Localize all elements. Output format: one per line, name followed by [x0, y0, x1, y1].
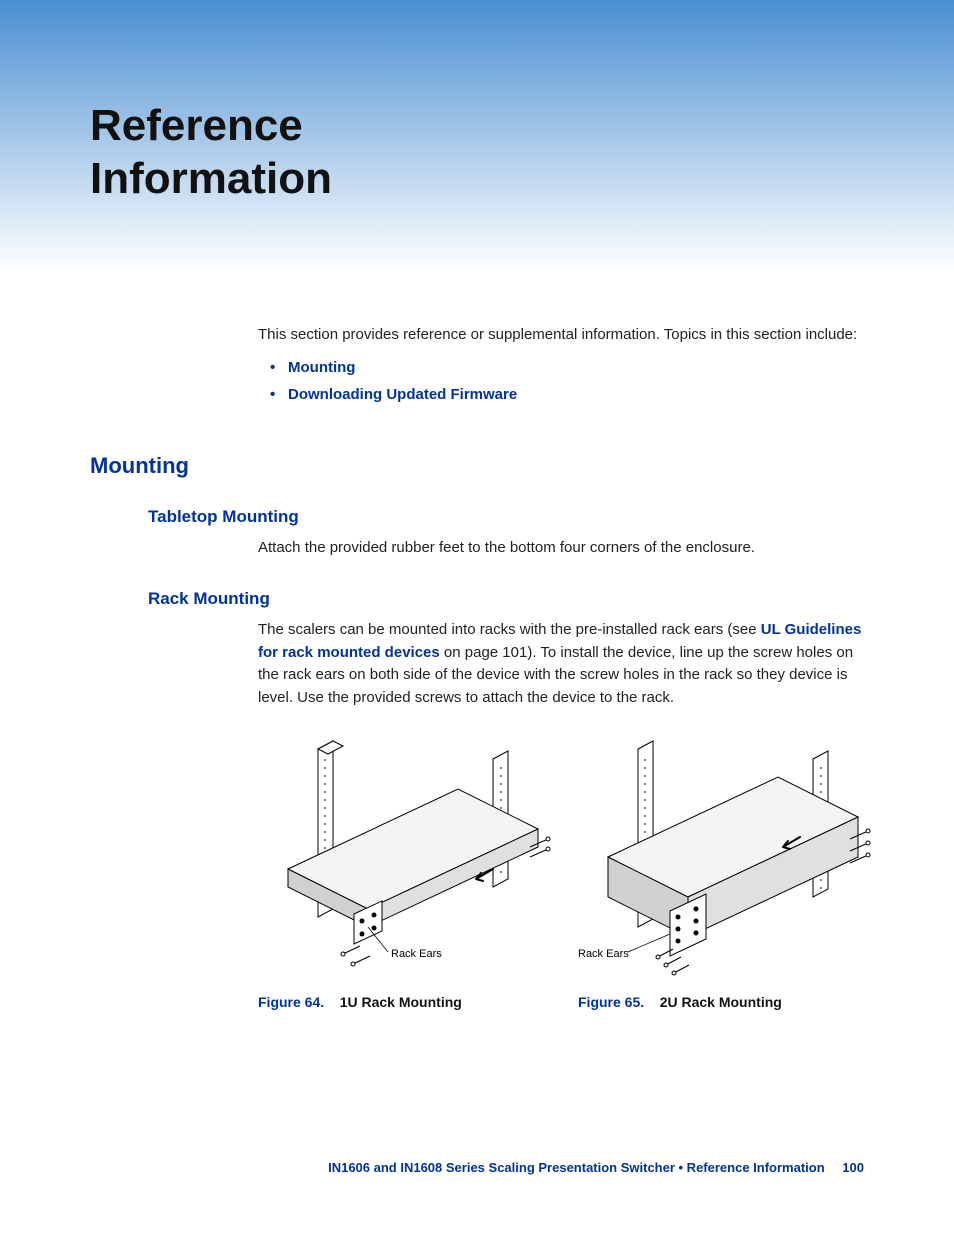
figure-65-title: 2U Rack Mounting — [660, 994, 782, 1010]
figures-row: Rack Ears Figure 64. 1U Rack Mounting — [258, 739, 864, 1010]
intro-text: This section provides reference or suppl… — [258, 326, 864, 343]
figure-1u: Rack Ears Figure 64. 1U Rack Mounting — [258, 739, 558, 1010]
toc-link-firmware[interactable]: Downloading Updated Firmware — [288, 386, 517, 403]
footer-text: IN1606 and IN1608 Series Scaling Present… — [328, 1160, 825, 1175]
page-footer: IN1606 and IN1608 Series Scaling Present… — [328, 1160, 864, 1175]
rack-1u-diagram: Rack Ears — [258, 739, 558, 979]
title-line-2: Information — [90, 154, 332, 203]
tabletop-heading: Tabletop Mounting — [148, 507, 864, 527]
tabletop-text: Attach the provided rubber feet to the b… — [258, 537, 864, 560]
toc-item: Mounting — [258, 359, 864, 376]
page-title: Reference Information — [90, 100, 864, 206]
rack-text: The scalers can be mounted into racks wi… — [258, 619, 864, 709]
document-page: Reference Information This section provi… — [0, 0, 954, 1235]
rack-2u-diagram: Rack Ears — [578, 739, 878, 979]
figure-2u: Rack Ears Figure 65. 2U Rack Mounting — [578, 739, 878, 1010]
toc-item: Downloading Updated Firmware — [258, 386, 864, 403]
footer-page-number: 100 — [842, 1160, 864, 1175]
title-line-1: Reference — [90, 101, 303, 150]
toc-list: Mounting Downloading Updated Firmware — [258, 359, 864, 403]
rack-text-pre: The scalers can be mounted into racks wi… — [258, 621, 761, 638]
rack-ears-label-2: Rack Ears — [578, 948, 629, 960]
figure-65-caption: Figure 65. 2U Rack Mounting — [578, 994, 878, 1010]
figure-64-title: 1U Rack Mounting — [340, 994, 462, 1010]
figure-65-number: Figure 65. — [578, 994, 644, 1010]
figure-64-caption: Figure 64. 1U Rack Mounting — [258, 994, 558, 1010]
rack-ears-label-1: Rack Ears — [391, 948, 442, 960]
figure-64-number: Figure 64. — [258, 994, 324, 1010]
rack-heading: Rack Mounting — [148, 589, 864, 609]
mounting-heading: Mounting — [90, 453, 864, 479]
toc-link-mounting[interactable]: Mounting — [288, 359, 355, 376]
